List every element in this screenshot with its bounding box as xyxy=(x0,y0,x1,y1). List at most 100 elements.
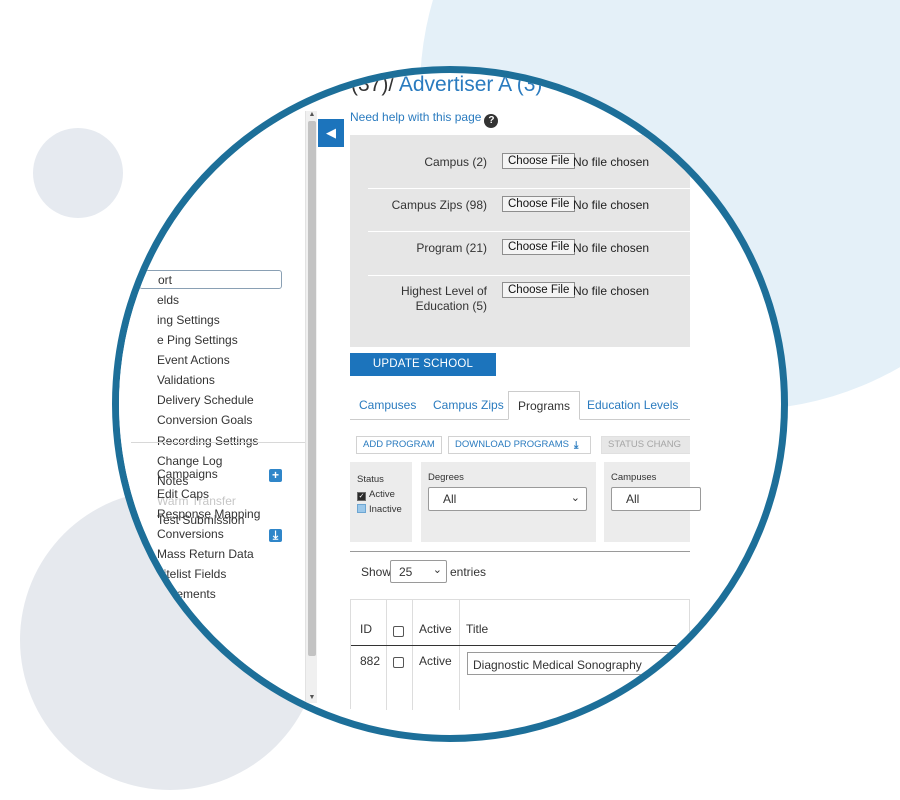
sidebar-item-school-import[interactable]: ort xyxy=(139,270,282,289)
choose-file-button[interactable]: Choose File xyxy=(502,239,576,255)
sidebar-item-conversions[interactable]: Conversions xyxy=(157,527,224,541)
sidebar-item-pre-ping-settings[interactable]: e Ping Settings xyxy=(157,333,238,347)
advertiser-link[interactable]: Advertiser A (3) xyxy=(399,73,543,96)
question-circle-icon: ? xyxy=(484,114,499,128)
cell-id: 882 xyxy=(360,654,381,668)
upload-row-campus: Campus (2) Choose File No file chosen xyxy=(350,135,690,178)
scroll-up-icon[interactable]: ▲ xyxy=(306,111,318,118)
stage: ort elds ing Settings e Ping Settings Ev… xyxy=(0,0,900,800)
degrees-filter-label: Degrees xyxy=(428,472,464,483)
file-status: No file chosen xyxy=(573,241,650,255)
sidebar-item-response-mapping[interactable]: Response Mapping xyxy=(157,507,260,521)
sidebar-item-label: uncements xyxy=(157,587,216,601)
campuses-select[interactable]: All xyxy=(611,487,701,511)
select-all-checkbox[interactable] xyxy=(393,626,404,637)
section-divider xyxy=(350,551,690,552)
upload-label: Campus Zips (98) xyxy=(391,198,487,212)
scroll-down-icon[interactable]: ▼ xyxy=(306,694,318,701)
update-school-import-button[interactable]: UPDATE SCHOOL IMPORT xyxy=(350,353,496,393)
choose-file-button[interactable]: Choose File xyxy=(502,196,576,212)
download-icon[interactable]: ⤓ xyxy=(269,529,282,542)
sidebar-item-label: istory xyxy=(157,607,186,621)
help-link[interactable]: Need help with this page? xyxy=(350,110,499,128)
entries-suffix-label: entries xyxy=(450,565,487,579)
sidebar-item-label: Recording Settings xyxy=(157,434,259,448)
screen-content: ort elds ing Settings e Ping Settings Ev… xyxy=(119,73,781,735)
tab-campus-zips[interactable]: Campus Zips xyxy=(424,391,513,420)
sidebar-item-delivery-schedule[interactable]: Delivery Schedule xyxy=(157,393,254,407)
choose-file-button[interactable]: Choose File xyxy=(502,282,576,298)
column-divider xyxy=(412,600,413,710)
status-option-label: Active xyxy=(369,489,395,500)
select-value: All xyxy=(443,492,457,506)
upload-panel: Campus (2) Choose File No file chosen Ca… xyxy=(350,135,690,347)
checkbox-icon[interactable] xyxy=(357,504,366,513)
sidebar-item-buyer-data[interactable]: er Data xyxy=(157,628,196,642)
sidebar-item-label: Conversion Goals xyxy=(157,413,253,427)
status-option-label: Inactive xyxy=(369,504,402,515)
select-value: All xyxy=(626,492,640,506)
sidebar-item-label: Edit Caps xyxy=(157,487,210,501)
chevron-down-icon: ⌄ xyxy=(570,492,580,504)
button-label: STATUS CHANG xyxy=(608,439,682,450)
choose-file-button[interactable]: Choose File xyxy=(502,153,576,169)
sidebar-item-ping-settings[interactable]: ing Settings xyxy=(157,313,220,327)
status-option-inactive[interactable]: Inactive xyxy=(357,504,402,515)
sidebar-item-fields[interactable]: elds xyxy=(157,293,179,307)
upload-label: Highest Level of Education (5) xyxy=(400,284,487,313)
degrees-select[interactable]: All ⌄ xyxy=(428,487,587,511)
sidebar-item-whitelist-fields[interactable]: hitelist Fields xyxy=(157,567,226,581)
sidebar-item-validations[interactable]: Validations xyxy=(157,373,215,387)
status-filter: Status ✓ Active Inactive xyxy=(350,462,412,542)
tab-education-levels[interactable]: Education Levels xyxy=(578,391,687,420)
tab-campuses[interactable]: Campuses xyxy=(350,391,425,420)
sidebar-item-label: hitelist Fields xyxy=(157,567,227,581)
sidebar-item-label: ort xyxy=(158,273,173,287)
sidebar-scrollbar[interactable]: ▲ ▼ xyxy=(305,111,317,703)
sidebar-item-data[interactable]: ta xyxy=(157,648,167,662)
title-input[interactable]: Diagnostic Medical Sonography xyxy=(467,652,673,675)
sidebar-item-campaigns[interactable]: Campaigns xyxy=(157,467,218,481)
sidebar-item-change-log[interactable]: Change Log xyxy=(157,454,222,468)
sidebar-item-conversion-goals[interactable]: Conversion Goals xyxy=(157,413,252,427)
sidebar-divider xyxy=(131,442,306,443)
tab-programs[interactable]: Programs xyxy=(508,391,581,420)
sidebar-item-label: Response Mapping xyxy=(157,507,261,521)
column-divider xyxy=(459,600,460,710)
help-text: Need help with this page xyxy=(350,110,482,124)
entries-per-page-select[interactable]: 25 ⌄ xyxy=(390,560,447,583)
sidebar-item-announcements[interactable]: uncements xyxy=(157,587,216,601)
sidebar-item-label: e Ping Settings xyxy=(157,333,238,347)
sidebar-item-history[interactable]: istory xyxy=(157,607,186,621)
upload-label: Campus (2) xyxy=(424,155,487,169)
page-title: (37)/ Advertiser A (3) xyxy=(351,73,542,97)
sidebar-item-event-actions[interactable]: Event Actions xyxy=(157,353,230,367)
background-circle-small xyxy=(33,128,123,218)
sidebar-item-label: Campaigns xyxy=(157,467,218,481)
caret-left-icon: ◀ xyxy=(326,125,336,140)
add-program-button[interactable]: ADD PROGRAM xyxy=(356,436,442,454)
magnifier-lens: ort elds ing Settings e Ping Settings Ev… xyxy=(112,66,788,742)
sidebar-item-recording-settings[interactable]: Recording Settings xyxy=(157,434,258,448)
sidebar-item-mass-return-data[interactable]: Mass Return Data xyxy=(157,547,254,561)
column-header-title[interactable]: Title xyxy=(466,622,488,636)
campuses-filter-label: Campuses xyxy=(611,472,657,483)
sidebar-item-label: Delivery Schedule xyxy=(157,393,254,407)
upload-row-campus-zips: Campus Zips (98) Choose File No file cho… xyxy=(350,178,690,221)
scroll-thumb[interactable] xyxy=(308,121,316,656)
plus-square-icon[interactable]: + xyxy=(269,469,282,482)
checkbox-checked-icon[interactable]: ✓ xyxy=(357,492,366,501)
column-header-id[interactable]: ID xyxy=(360,622,372,636)
sidebar-collapse-button[interactable]: ◀ xyxy=(318,119,344,147)
sidebar-item-edit-caps[interactable]: Edit Caps xyxy=(157,487,209,501)
select-value: 25 xyxy=(399,565,413,579)
column-header-active[interactable]: Active xyxy=(419,622,452,636)
row-checkbox[interactable] xyxy=(393,657,404,668)
sidebar-item-label: Change Log xyxy=(157,454,223,468)
sidebar-item-label: ing Settings xyxy=(157,313,220,327)
sidebar-item-label: Mass Return Data xyxy=(157,547,254,561)
status-change-button[interactable]: STATUS CHANG xyxy=(601,436,690,454)
status-option-active[interactable]: ✓ Active xyxy=(357,489,395,501)
column-divider xyxy=(386,600,387,710)
download-programs-button[interactable]: DOWNLOAD PROGRAMS ⤓ xyxy=(448,436,592,454)
